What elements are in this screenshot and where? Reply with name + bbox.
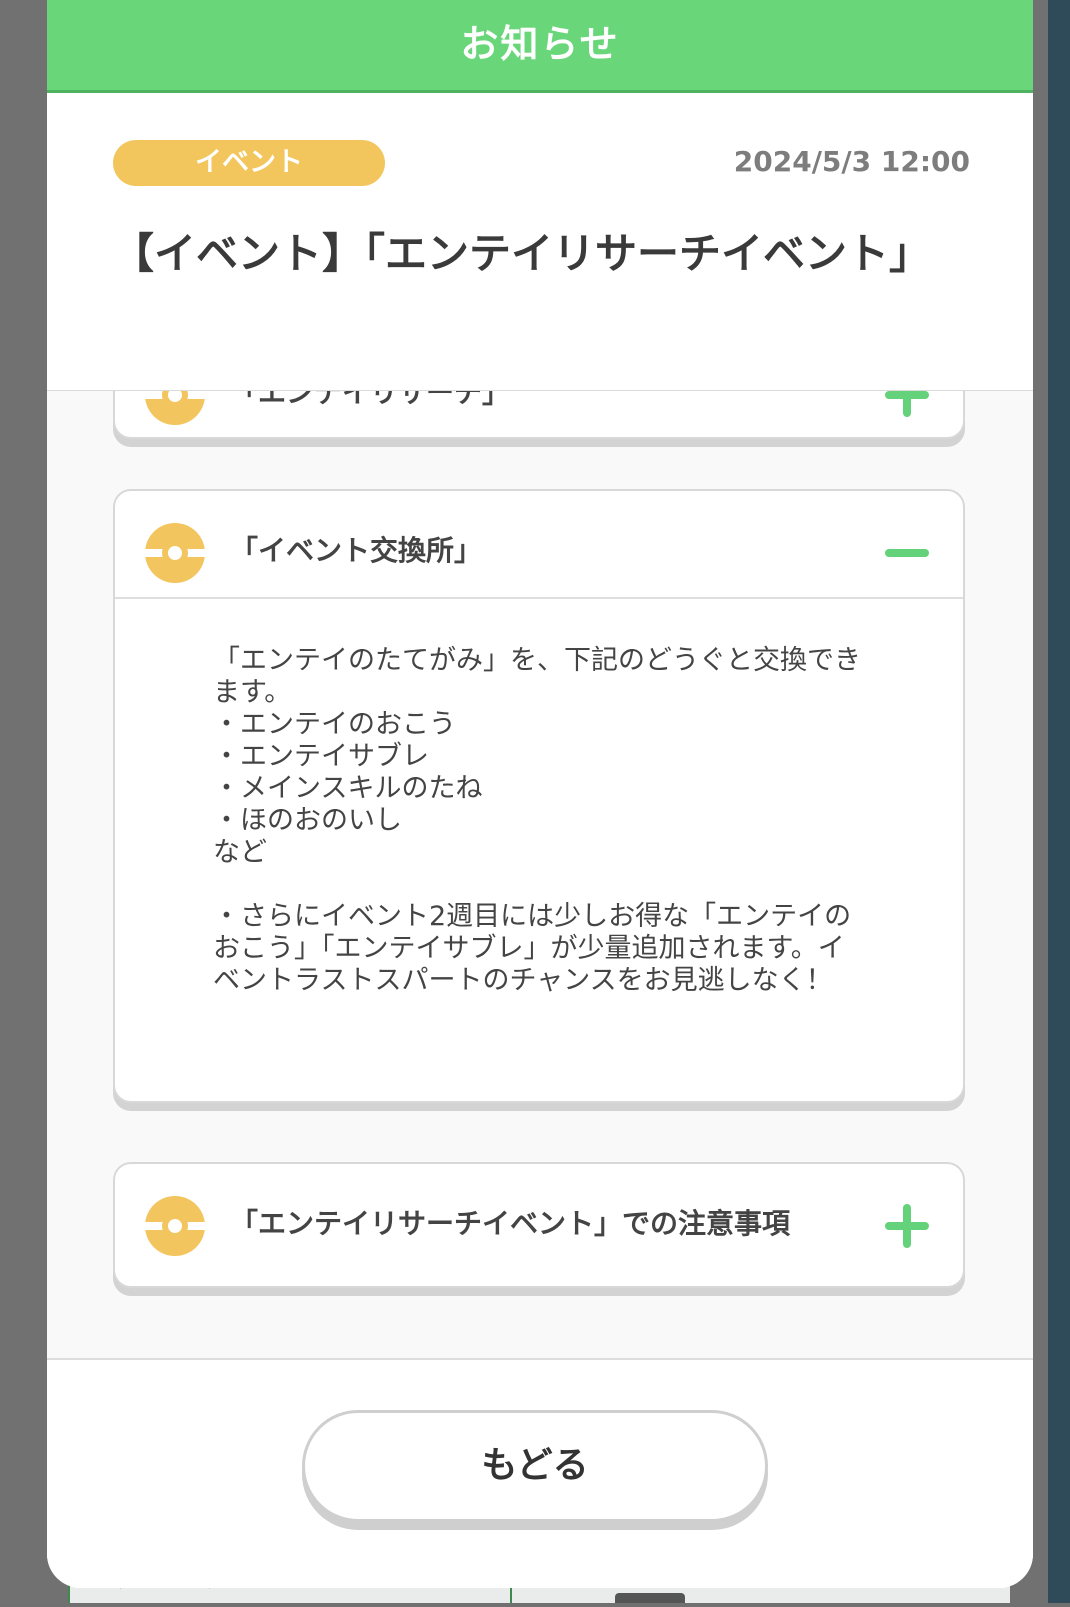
collapse-minus-icon[interactable] bbox=[885, 531, 929, 575]
dialog-footer: もどる bbox=[47, 1360, 1033, 1588]
accordion-exchange[interactable]: 「イベント交換所」 「エンテイのたてがみ」を、下記のどうぐと交換できます。 ・エ… bbox=[113, 489, 965, 1103]
accordion-notes[interactable]: 「エンテイリサーチイベント」での注意事項 bbox=[113, 1162, 965, 1288]
poke-ball-icon bbox=[145, 1196, 205, 1256]
dialog-header: お知らせ bbox=[47, 0, 1033, 93]
accordion-research[interactable]: 「エンテイリサーチ」 bbox=[113, 391, 965, 439]
category-badge: イベント bbox=[113, 140, 385, 186]
back-button[interactable]: もどる bbox=[302, 1410, 768, 1522]
dialog-title: お知らせ bbox=[460, 21, 620, 66]
background-tab-icon bbox=[615, 1593, 685, 1603]
post-title: 【イベント】「エンテイリサーチイベント」 bbox=[112, 229, 932, 278]
expand-plus-icon[interactable] bbox=[885, 1204, 929, 1248]
accordion-body-text: 「エンテイのたてがみ」を、下記のどうぐと交換できます。 ・エンテイのおこう ・エ… bbox=[213, 645, 861, 996]
background-edge bbox=[1048, 0, 1070, 1603]
accordion-label: 「エンテイリサーチ」 bbox=[230, 391, 511, 409]
poke-ball-icon bbox=[145, 391, 205, 425]
post-content-scroll[interactable]: 「エンテイリサーチ」 「イベント交換所」 「エンテイのたてがみ」を、下記のどうぐ… bbox=[47, 391, 1033, 1360]
accordion-header[interactable]: 「エンテイリサーチ」 bbox=[115, 391, 963, 439]
news-dialog: お知らせ イベント 2024/5/3 12:00 【イベント】「エンテイリサーチ… bbox=[47, 0, 1033, 1588]
post-date: 2024/5/3 12:00 bbox=[733, 145, 970, 178]
post-header: イベント 2024/5/3 12:00 【イベント】「エンテイリサーチイベント」 bbox=[47, 93, 1033, 392]
accordion-header[interactable]: 「エンテイリサーチイベント」での注意事項 bbox=[115, 1164, 963, 1270]
accordion-label: 「エンテイリサーチイベント」での注意事項 bbox=[230, 1207, 791, 1240]
poke-ball-icon bbox=[145, 523, 205, 583]
accordion-header[interactable]: 「イベント交換所」 bbox=[115, 491, 963, 599]
expand-plus-icon[interactable] bbox=[885, 391, 929, 417]
accordion-label: 「イベント交換所」 bbox=[230, 534, 483, 567]
